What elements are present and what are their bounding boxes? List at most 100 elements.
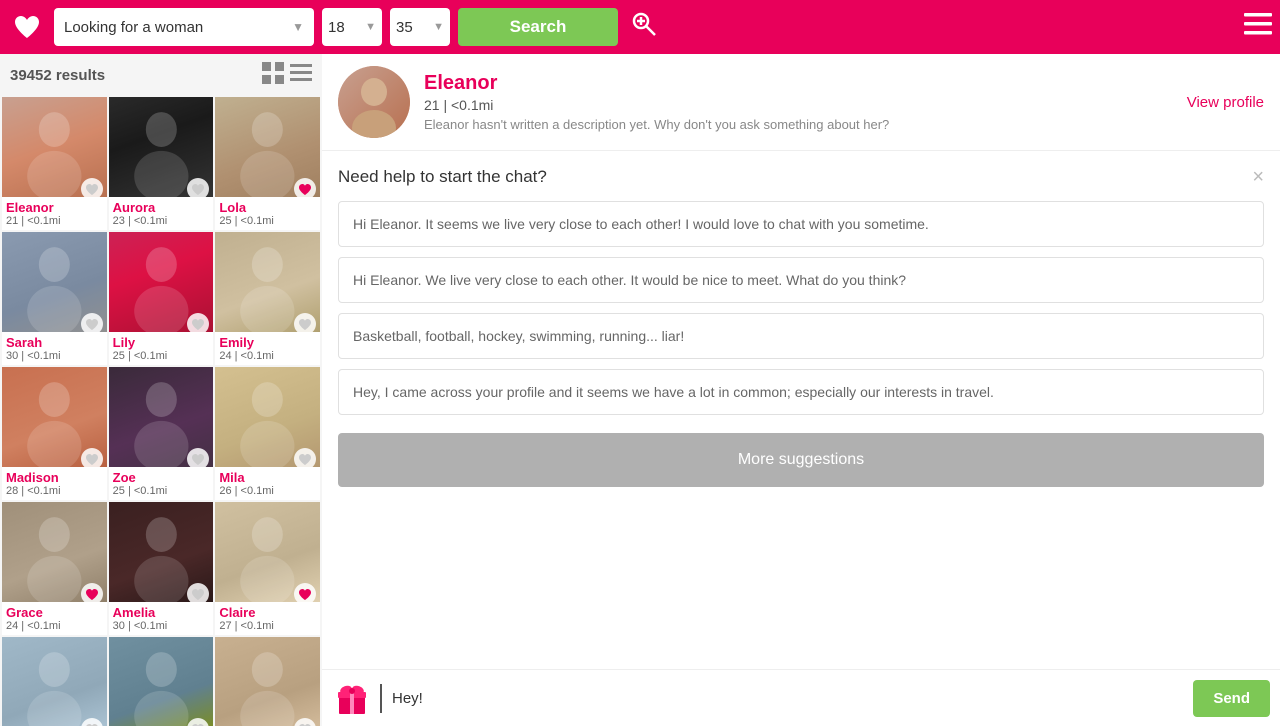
profile-card[interactable]: Eleanor21 | <0.1mi (2, 97, 107, 230)
profile-card[interactable]: Amelia30 | <0.1mi (109, 502, 214, 635)
profile-card-image (215, 637, 320, 726)
suggestion-item[interactable]: Basketball, football, hockey, swimming, … (338, 313, 1264, 359)
chat-suggestions-area: Need help to start the chat? × Hi Eleano… (322, 151, 1280, 669)
heart-button[interactable] (294, 313, 316, 335)
heart-button[interactable] (294, 583, 316, 605)
list-view-icon[interactable] (290, 62, 312, 89)
profile-card[interactable]: row4a22 | <0.1mi (2, 637, 107, 726)
app-logo[interactable] (8, 8, 46, 46)
profile-card-name: Mila (219, 470, 316, 485)
selected-profile-header: Eleanor 21 | <0.1mi Eleanor hasn't writt… (322, 54, 1280, 151)
heart-button[interactable] (81, 448, 103, 470)
profile-card-info: Grace24 | <0.1mi (2, 602, 107, 635)
profile-card-image (2, 637, 107, 726)
profile-card-detail: 23 | <0.1mi (113, 215, 210, 227)
chat-help-header: Need help to start the chat? × (338, 167, 1264, 187)
search-filter-dropdown[interactable]: Looking for a woman ▼ (54, 8, 314, 46)
profile-card[interactable]: Madison28 | <0.1mi (2, 367, 107, 500)
profile-card-detail: 30 | <0.1mi (113, 620, 210, 632)
heart-button[interactable] (294, 178, 316, 200)
heart-button[interactable] (81, 583, 103, 605)
search-button[interactable]: Search (458, 8, 618, 46)
profile-card[interactable]: row4c24 | <0.1mi (215, 637, 320, 726)
more-suggestions-button[interactable]: More suggestions (338, 433, 1264, 487)
message-input-field[interactable] (380, 684, 1185, 713)
suggestion-item[interactable]: Hi Eleanor. It seems we live very close … (338, 201, 1264, 247)
view-profile-button[interactable]: View profile (1187, 94, 1264, 111)
profile-card-name: Emily (219, 335, 316, 350)
gift-icon[interactable] (332, 678, 372, 718)
profile-card-info: Mila26 | <0.1mi (215, 467, 320, 500)
profile-card-info: Emily24 | <0.1mi (215, 332, 320, 365)
dropdown-arrow-icon: ▼ (292, 20, 304, 34)
profile-card-info: Sarah30 | <0.1mi (2, 332, 107, 365)
chat-help-title: Need help to start the chat? (338, 167, 547, 187)
profile-card-name: Lily (113, 335, 210, 350)
avatar (338, 66, 410, 138)
profile-card-info: Zoe25 | <0.1mi (109, 467, 214, 500)
message-input-area: Send (322, 669, 1280, 726)
profile-card-detail: 30 | <0.1mi (6, 350, 103, 362)
profile-card[interactable]: Claire27 | <0.1mi (215, 502, 320, 635)
profile-card[interactable]: Emily24 | <0.1mi (215, 232, 320, 365)
right-panel: Eleanor 21 | <0.1mi Eleanor hasn't writt… (322, 54, 1280, 726)
profile-card-info: Claire27 | <0.1mi (215, 602, 320, 635)
main-layout: 39452 results Eleanor21 (0, 54, 1280, 726)
profile-card-name: Lola (219, 200, 316, 215)
profile-card-name: Zoe (113, 470, 210, 485)
zoom-icon[interactable] (630, 10, 658, 44)
profile-card[interactable]: Aurora23 | <0.1mi (109, 97, 214, 230)
profile-card-info: Eleanor21 | <0.1mi (2, 197, 107, 230)
heart-button[interactable] (294, 448, 316, 470)
profile-description: Eleanor hasn't written a description yet… (424, 117, 1173, 132)
profile-card-info: Lola25 | <0.1mi (215, 197, 320, 230)
suggestion-item[interactable]: Hi Eleanor. We live very close to each o… (338, 257, 1264, 303)
profile-card[interactable]: row4b28 | <0.1mi (109, 637, 214, 726)
profile-card-detail: 27 | <0.1mi (219, 620, 316, 632)
profile-card-info: Aurora23 | <0.1mi (109, 197, 214, 230)
profile-card-info: Lily25 | <0.1mi (109, 332, 214, 365)
profile-card-detail: 25 | <0.1mi (219, 215, 316, 227)
profile-card-name: Eleanor (6, 200, 103, 215)
profile-card-detail: 28 | <0.1mi (6, 485, 103, 497)
profile-info: Eleanor 21 | <0.1mi Eleanor hasn't writt… (424, 72, 1173, 132)
close-button[interactable]: × (1252, 167, 1264, 187)
profile-card-detail: 21 | <0.1mi (6, 215, 103, 227)
heart-button[interactable] (81, 313, 103, 335)
profile-card-detail: 24 | <0.1mi (219, 350, 316, 362)
profile-card[interactable]: Lily25 | <0.1mi (109, 232, 214, 365)
profile-card[interactable]: Mila26 | <0.1mi (215, 367, 320, 500)
results-count: 39452 results (10, 67, 105, 84)
hamburger-menu-icon[interactable] (1244, 13, 1272, 41)
suggestion-item[interactable]: Hey, I came across your profile and it s… (338, 369, 1264, 415)
profile-card-name: Claire (219, 605, 316, 620)
profiles-grid: Eleanor21 | <0.1mi Aurora23 | <0.1mi Lol… (0, 97, 322, 726)
left-panel: 39452 results Eleanor21 (0, 54, 322, 726)
profile-card-info: Madison28 | <0.1mi (2, 467, 107, 500)
age-min-select[interactable]: 18 ▼ (322, 8, 382, 46)
profile-card-name: Aurora (113, 200, 210, 215)
profile-card[interactable]: Lola25 | <0.1mi (215, 97, 320, 230)
profile-name: Eleanor (424, 72, 1173, 95)
profile-card-info: Amelia30 | <0.1mi (109, 602, 214, 635)
profile-card-detail: 24 | <0.1mi (6, 620, 103, 632)
top-navigation: Looking for a woman ▼ 18 ▼ 35 ▼ Search (0, 0, 1280, 54)
suggestions-list: Hi Eleanor. It seems we live very close … (338, 201, 1264, 415)
profile-card-name: Grace (6, 605, 103, 620)
profile-card-detail: 25 | <0.1mi (113, 485, 210, 497)
age-max-select[interactable]: 35 ▼ (390, 8, 450, 46)
grid-view-icon[interactable] (262, 62, 284, 89)
heart-button[interactable] (81, 178, 103, 200)
age-min-arrow-icon: ▼ (365, 21, 376, 33)
results-header: 39452 results (0, 54, 322, 97)
view-toggle (262, 62, 312, 89)
profile-card[interactable]: Zoe25 | <0.1mi (109, 367, 214, 500)
profile-card[interactable]: Sarah30 | <0.1mi (2, 232, 107, 365)
profile-card[interactable]: Grace24 | <0.1mi (2, 502, 107, 635)
profile-card-detail: 25 | <0.1mi (113, 350, 210, 362)
profile-card-name: Amelia (113, 605, 210, 620)
profile-card-detail: 26 | <0.1mi (219, 485, 316, 497)
profile-card-name: Sarah (6, 335, 103, 350)
age-max-arrow-icon: ▼ (433, 21, 444, 33)
send-button[interactable]: Send (1193, 680, 1270, 717)
